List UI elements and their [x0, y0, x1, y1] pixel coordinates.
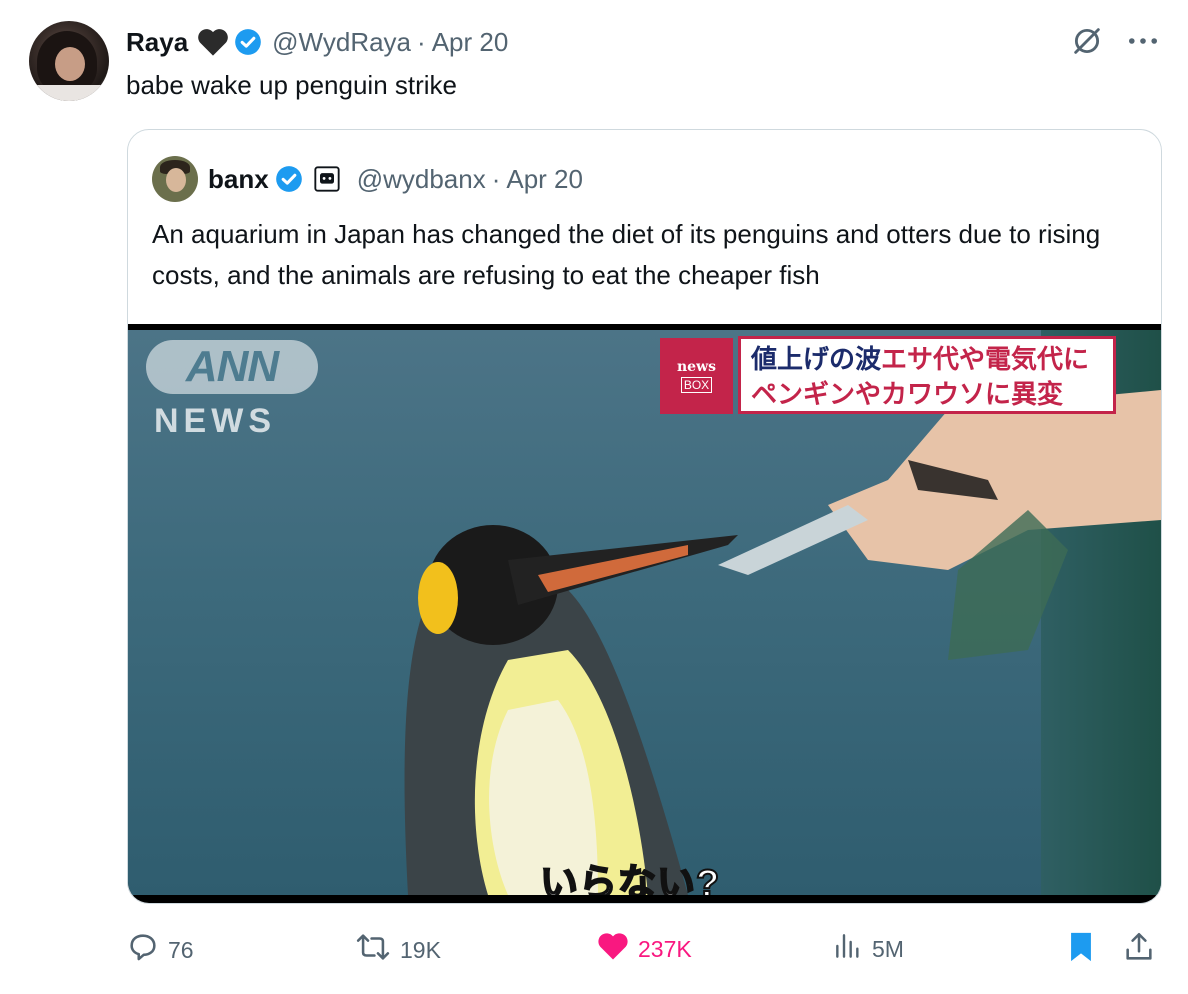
- share-icon: [1122, 930, 1164, 970]
- news-caption: 値上げの波エサ代や電気代に ペンギンやカワウソに異変: [738, 336, 1116, 414]
- newsbox-line1: news: [676, 359, 717, 375]
- views-button[interactable]: 5M: [832, 930, 904, 968]
- verified-badge-icon: [275, 165, 303, 193]
- author-handle[interactable]: @WydRaya: [272, 27, 411, 58]
- bookmark-icon: [1066, 930, 1104, 970]
- grok-icon[interactable]: [1070, 24, 1104, 58]
- author-name[interactable]: Raya: [126, 27, 188, 58]
- reply-button[interactable]: 76: [126, 930, 194, 970]
- video-frame: ANN NEWS news BOX 値上げの波エサ代や電気代に ペンギンやカワウ…: [128, 330, 1161, 895]
- reply-icon: [126, 930, 168, 970]
- tweet-top-icons: [1070, 24, 1160, 58]
- newsbox-line2: BOX: [680, 377, 713, 393]
- robot-label-icon: [313, 165, 341, 193]
- quoted-tweet[interactable]: banx @wydbanx · Apr 20 An aquarium in Ja…: [127, 129, 1162, 904]
- heart-icon: [196, 27, 230, 57]
- action-bar: 76 19K 237K 5M: [126, 930, 1162, 970]
- quoted-date[interactable]: Apr 20: [506, 164, 583, 195]
- ann-logo: ANN: [146, 340, 318, 394]
- repost-button[interactable]: 19K: [354, 930, 441, 970]
- video-subtitle: いらない?: [539, 862, 721, 895]
- video-scene: [404, 390, 1161, 895]
- tweet-header: Raya @WydRaya · Apr 20: [126, 26, 508, 58]
- caption-line1-a: 値上げの波: [751, 344, 882, 374]
- reply-count: 76: [168, 936, 194, 963]
- views-count: 5M: [872, 935, 904, 962]
- watermark-bottom: NEWS: [154, 402, 276, 440]
- separator: ·: [417, 26, 426, 57]
- views-icon: [832, 930, 872, 968]
- avatar[interactable]: [29, 21, 109, 101]
- caption-line1-b: エサ代や電気代に: [881, 344, 1090, 374]
- tweet-date[interactable]: Apr 20: [432, 27, 509, 58]
- quoted-author-handle[interactable]: @wydbanx: [357, 164, 486, 195]
- repost-count: 19K: [400, 936, 441, 963]
- tweet-text: babe wake up penguin strike: [126, 70, 458, 100]
- more-icon[interactable]: [1126, 34, 1160, 48]
- verified-badge-icon: [234, 28, 262, 56]
- share-button[interactable]: [1122, 930, 1164, 970]
- like-icon: [596, 930, 638, 968]
- video-player[interactable]: ANN NEWS news BOX 値上げの波エサ代や電気代に ペンギンやカワウ…: [128, 324, 1161, 903]
- separator: ·: [491, 163, 501, 194]
- quoted-author-name[interactable]: banx: [208, 164, 269, 195]
- quoted-text: An aquarium in Japan has changed the die…: [152, 219, 1101, 290]
- like-button[interactable]: 237K: [596, 930, 692, 968]
- bookmark-button[interactable]: [1066, 930, 1104, 970]
- like-count: 237K: [638, 935, 692, 962]
- quoted-avatar[interactable]: [152, 156, 198, 202]
- quoted-header: banx @wydbanx · Apr 20: [208, 162, 583, 196]
- watermark-top: ANN: [185, 342, 279, 391]
- repost-icon: [354, 930, 400, 970]
- caption-line2: ペンギンやカワウソに異変: [751, 379, 1064, 409]
- newsbox-logo: news BOX: [660, 338, 733, 414]
